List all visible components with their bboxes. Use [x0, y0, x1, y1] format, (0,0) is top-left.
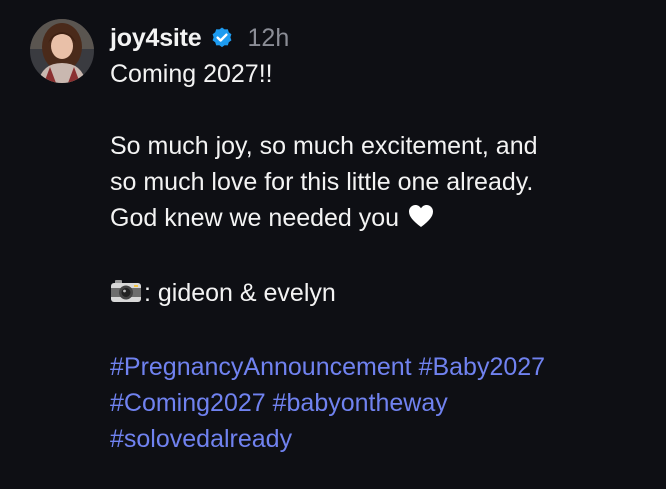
post-line-with-camera: : gideon & evelyn	[110, 275, 650, 313]
post-line: So much joy, so much excitement, and	[110, 132, 538, 160]
post-text: Coming 2027!! So much joy, so much excit…	[110, 56, 650, 349]
hashtag-link[interactable]: #babyontheway	[273, 389, 448, 417]
hashtag-link[interactable]: #Coming2027	[110, 389, 266, 417]
post: joy4site 12h Coming 2027!! So much joy, …	[0, 0, 666, 489]
hashtags: #PregnancyAnnouncement #Baby2027 #Coming…	[110, 349, 650, 457]
white-heart-icon	[407, 203, 435, 239]
hashtag-link[interactable]: #PregnancyAnnouncement	[110, 353, 412, 381]
post-header: joy4site 12h	[110, 20, 650, 56]
post-content: joy4site 12h Coming 2027!! So much joy, …	[110, 20, 650, 457]
post-line: so much love for this little one already…	[110, 168, 534, 196]
avatar-image	[30, 19, 94, 83]
camera-icon	[110, 277, 142, 313]
hashtag-row: #solovedalready	[110, 421, 650, 457]
verified-badge-icon	[210, 26, 234, 50]
post-line-with-heart: God knew we needed you	[110, 200, 650, 239]
hashtag-link[interactable]: #solovedalready	[110, 425, 292, 453]
post-timestamp[interactable]: 12h	[248, 24, 290, 53]
hashtag-row: #Coming2027 #babyontheway	[110, 385, 650, 421]
post-line: God knew we needed you	[110, 204, 400, 232]
username[interactable]: joy4site	[110, 24, 202, 53]
avatar[interactable]	[30, 19, 94, 83]
post-line: Coming 2027!!	[110, 60, 273, 88]
hashtag-link[interactable]: #Baby2027	[419, 353, 546, 381]
post-line: : gideon & evelyn	[144, 279, 336, 307]
hashtag-row: #PregnancyAnnouncement #Baby2027	[110, 349, 650, 385]
